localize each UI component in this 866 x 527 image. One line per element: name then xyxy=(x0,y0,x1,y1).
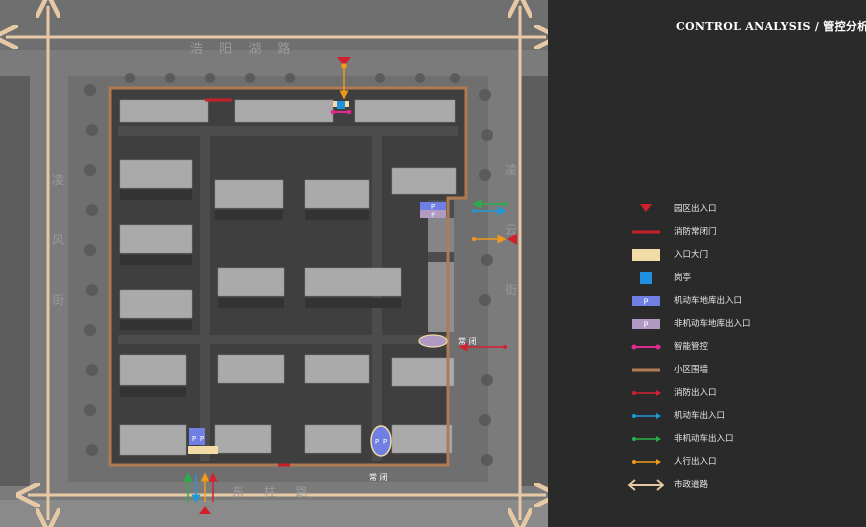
legend-label: 非机动车地库出入口 xyxy=(674,319,751,329)
red-arrow-icon xyxy=(632,390,661,396)
legend-label: 消防常闭门 xyxy=(674,227,717,237)
svg-text:P: P xyxy=(644,298,649,307)
legend-item-pedestrian-access: 人行出入口 xyxy=(626,454,846,470)
legend-label: 人行出入口 xyxy=(674,457,717,467)
control-analysis-page: P P P P P P 浩 阳 湖 路 东 柱 路 凌 云 街 凌 风 街 常 … xyxy=(0,0,866,527)
site-plan-map: P P P P P P xyxy=(0,0,548,527)
green-arrow-icon xyxy=(632,436,661,442)
double-arrow-icon xyxy=(627,479,665,491)
legend-item-vehicle-garage: P 机动车地库出入口 xyxy=(626,293,846,309)
road-label-east: 凌 云 街 xyxy=(505,163,518,297)
road-label-north: 浩 阳 湖 路 xyxy=(190,42,297,57)
legend-panel xyxy=(548,0,866,527)
legend-item-entrance-gate: 入口大门 xyxy=(626,247,846,263)
normally-closed-label-south: 常 闭 xyxy=(369,473,388,482)
svg-text:P: P xyxy=(431,212,435,219)
blue-parking-icon: P xyxy=(632,296,660,307)
legend-label: 入口大门 xyxy=(674,250,709,260)
legend-label: 消防出入口 xyxy=(674,388,717,398)
legend-label: 机动车出入口 xyxy=(674,411,726,421)
legend-label: 非机动车出入口 xyxy=(674,434,734,444)
legend-item-vehicle-access: 机动车出入口 xyxy=(626,408,846,424)
legend-item-nonvehicle-access: 非机动车出入口 xyxy=(626,431,846,447)
road-label-west: 凌 风 街 xyxy=(52,173,65,307)
road-label-south: 东 柱 路 xyxy=(232,485,316,499)
legend-item-park-entrance: 园区出入口 xyxy=(626,201,846,217)
blue-arrow-icon xyxy=(632,413,661,419)
svg-text:P: P xyxy=(192,435,196,443)
brown-line-icon xyxy=(632,368,660,372)
svg-text:P: P xyxy=(375,438,379,446)
legend-item-nonvehicle-garage: P 非机动车地库出入口 xyxy=(626,316,846,332)
svg-text:P: P xyxy=(644,321,649,330)
legend-label: 园区出入口 xyxy=(674,204,717,214)
legend-label: 市政道路 xyxy=(674,480,709,490)
svg-text:P: P xyxy=(431,203,435,211)
page-title: CONTROL ANALYSIS / 管控分析 xyxy=(676,20,866,33)
red-line-icon xyxy=(632,230,660,234)
legend-item-community-wall: 小区围墙 xyxy=(626,362,846,378)
legend-label: 岗亭 xyxy=(674,273,692,283)
legend-item-guard-booth: 岗亭 xyxy=(626,270,846,286)
beige-rect-icon xyxy=(632,249,660,261)
svg-text:P: P xyxy=(200,435,204,443)
legend-item-fire-access: 消防出入口 xyxy=(626,385,846,401)
legend-label: 小区围墙 xyxy=(674,365,709,375)
legend-item-fire-door: 消防常闭门 xyxy=(626,224,846,240)
blue-square-icon xyxy=(640,272,652,284)
legend-label: 机动车地库出入口 xyxy=(674,296,743,306)
magenta-dot-line-icon xyxy=(631,344,661,350)
svg-text:P: P xyxy=(383,438,387,446)
orange-arrow-icon xyxy=(632,459,661,465)
legend-item-municipal-road: 市政道路 xyxy=(626,477,846,493)
legend-item-smart-control: 智能管控 xyxy=(626,339,846,355)
purple-parking-icon: P xyxy=(632,319,660,330)
red-triangle-icon xyxy=(640,204,652,212)
legend-label: 智能管控 xyxy=(674,342,709,352)
normally-closed-label-east: 常 闭 xyxy=(458,337,477,346)
